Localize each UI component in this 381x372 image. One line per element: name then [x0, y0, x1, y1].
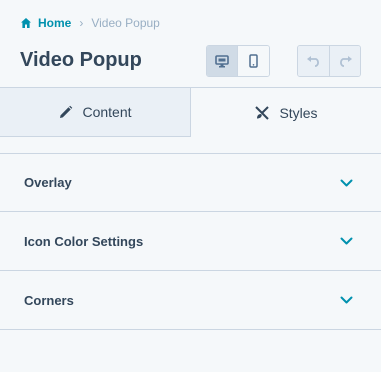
- brush-icon: [254, 105, 270, 121]
- editor-header: Home › Video Popup Video Popup: [0, 0, 381, 88]
- section-icon-color-settings-label: Icon Color Settings: [24, 233, 144, 249]
- tab-content-label: Content: [82, 104, 132, 120]
- device-toggle: [206, 45, 270, 77]
- section-icon-color-settings[interactable]: Icon Color Settings: [0, 212, 381, 271]
- section-overlay-label: Overlay: [24, 175, 72, 190]
- section-corners[interactable]: Corners: [0, 271, 381, 330]
- styles-accordion: Overlay Icon Color Settings Corners: [0, 153, 381, 330]
- tab-styles[interactable]: Styles: [191, 87, 381, 137]
- breadcrumb-separator: ›: [79, 16, 84, 30]
- mobile-view-button[interactable]: [238, 46, 269, 76]
- undo-button[interactable]: [298, 46, 329, 76]
- history-controls: [297, 45, 361, 77]
- home-icon: [20, 17, 32, 29]
- desktop-view-button[interactable]: [207, 46, 238, 76]
- chevron-down-icon: [340, 237, 353, 245]
- editor-tabs: Content Styles: [0, 87, 381, 137]
- breadcrumb: Home › Video Popup: [20, 15, 160, 31]
- tab-content[interactable]: Content: [0, 87, 191, 137]
- desktop-icon: [215, 54, 229, 68]
- pencil-icon: [58, 105, 73, 120]
- breadcrumb-home-link[interactable]: Home: [38, 16, 71, 30]
- chevron-down-icon: [340, 296, 353, 304]
- section-corners-label: Corners: [24, 292, 74, 308]
- chevron-down-icon: [340, 179, 353, 187]
- undo-icon: [306, 55, 322, 67]
- tab-styles-label: Styles: [279, 104, 318, 121]
- redo-icon: [337, 55, 353, 67]
- mobile-icon: [249, 54, 258, 68]
- breadcrumb-current: Video Popup: [91, 16, 160, 30]
- section-overlay[interactable]: Overlay: [0, 153, 381, 212]
- page-title: Video Popup: [20, 49, 142, 71]
- redo-button[interactable]: [329, 46, 360, 76]
